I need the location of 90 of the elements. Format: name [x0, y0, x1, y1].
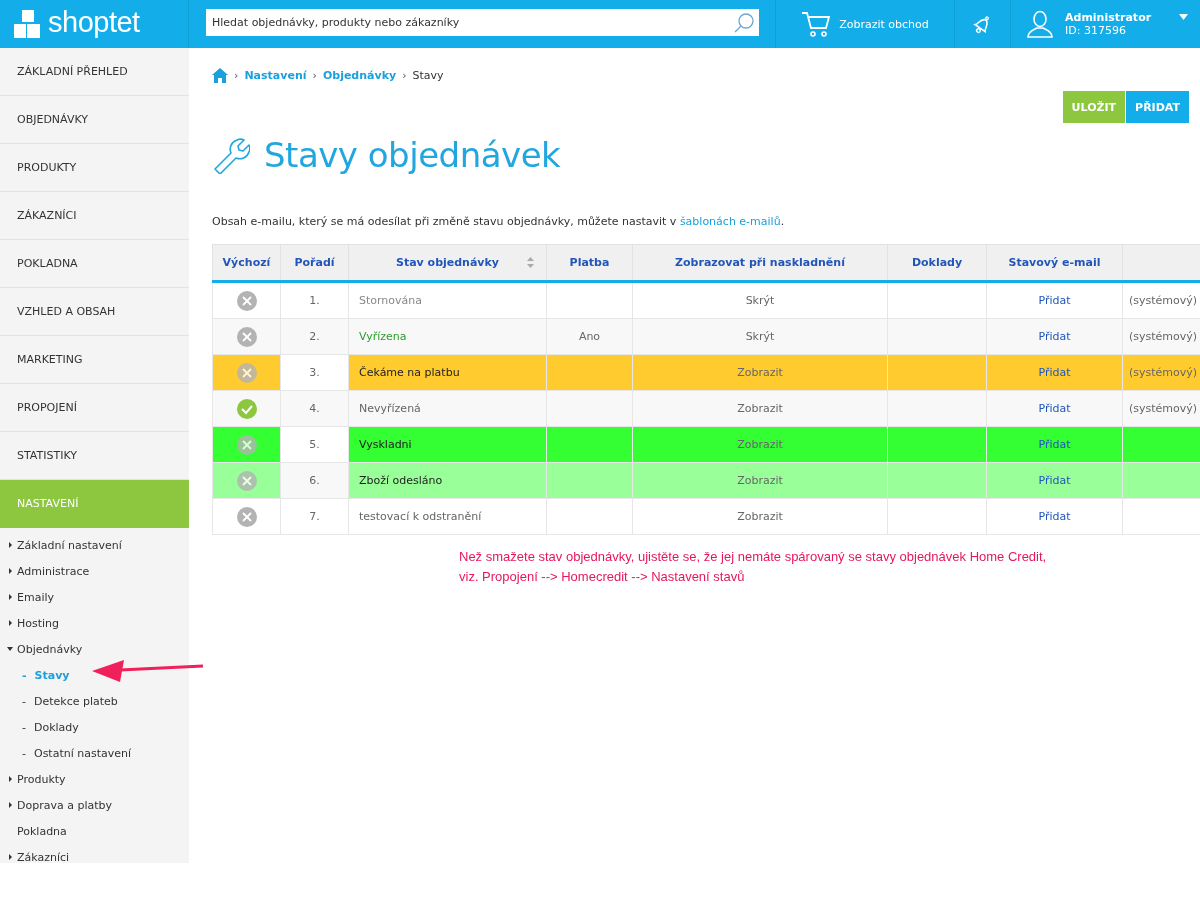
caret-icon[interactable]	[1179, 14, 1188, 20]
table-cell: 1.	[280, 281, 349, 319]
sidebar-item[interactable]: OBJEDNÁVKY	[0, 96, 189, 144]
page-title: Stavy objednávek	[264, 135, 561, 175]
sidebar-item[interactable]: POKLADNA	[0, 240, 189, 288]
table-cell: 5.	[280, 426, 349, 463]
sidebar-item[interactable]: PRODUKTY	[0, 144, 189, 192]
dash-mark: -	[22, 746, 26, 760]
status-name: Vyřízena	[359, 330, 407, 343]
breadcrumb-separator: ›	[402, 69, 407, 82]
search-field[interactable]: Hledat objednávky, produkty nebo zákazníky	[206, 9, 759, 36]
tree-item-label[interactable]: Hosting	[17, 616, 60, 630]
search-icon	[733, 12, 755, 34]
check-circle-icon[interactable]	[236, 398, 257, 419]
column-header[interactable]: Stav objednávky	[348, 244, 547, 282]
table-cell: (systémový)	[1122, 318, 1200, 355]
tree-item-label[interactable]: Zákazníci	[17, 850, 70, 864]
table-cell: 7.	[280, 498, 349, 535]
home-icon[interactable]	[212, 68, 228, 83]
subitem-label: Doklady	[34, 720, 79, 734]
status-name: testovací k odstranění	[359, 510, 482, 523]
dash-mark: -	[22, 720, 26, 734]
intro-text: Obsah e-mailu, který se má odesílat při změně stavu objednávky, můžete nastavit v šablonách e-mailů.	[212, 215, 786, 228]
table-cell: (systémový)	[1122, 354, 1200, 391]
cross-circle-icon[interactable]	[236, 434, 257, 455]
status-name: Zboží odesláno	[359, 474, 443, 487]
sort-icon[interactable]	[527, 257, 534, 268]
add-email-link[interactable]: Přidat	[1038, 366, 1071, 379]
add-email-link[interactable]: Přidat	[1038, 294, 1071, 307]
add-email-link[interactable]: Přidat	[1038, 474, 1071, 487]
table-cell: Zobrazit	[632, 426, 888, 463]
column-header: Doklady	[887, 244, 987, 282]
add-email-link[interactable]: Přidat	[1038, 438, 1071, 451]
sidebar-item[interactable]: VZHLED A OBSAH	[0, 288, 189, 336]
cross-circle-icon[interactable]	[236, 326, 257, 347]
tree-item-label[interactable]: Objednávky	[17, 642, 83, 656]
table-cell: 3.	[280, 354, 349, 391]
dash-mark: -	[22, 694, 26, 708]
table-cell: 6.	[280, 462, 349, 499]
breadcrumb-separator: ›	[312, 69, 317, 82]
tree-item-label[interactable]: Pokladna	[17, 824, 67, 838]
status-name: Nevyřízená	[359, 402, 421, 415]
user-icon	[1027, 10, 1053, 38]
column-header: Stavový e-mail	[986, 244, 1123, 282]
subitem-label: Detekce plateb	[34, 694, 118, 708]
column-header: Platba	[546, 244, 633, 282]
tree-item-label[interactable]: Základní nastavení	[17, 538, 122, 552]
table-cell: Ano	[546, 318, 633, 355]
table-cell: Zobrazit	[632, 498, 888, 535]
table-cell: Zobrazit	[632, 462, 888, 499]
add-email-link[interactable]: Přidat	[1038, 510, 1071, 523]
column-header: Zobrazovat při naskladnění	[632, 244, 888, 282]
table-cell: Zobrazit	[632, 354, 888, 391]
user-id: ID: 317596	[1065, 24, 1127, 37]
table-cell: 4.	[280, 390, 349, 427]
warning-note: Než smažete stav objednávky, ujistěte se, že jej nemáte spárovaný se stavy objednávek Home Credit, viz. Propojení --> Homecredit --> Nastavení stavů	[459, 548, 1048, 586]
table-cell: Zobrazit	[632, 390, 888, 427]
cross-circle-icon[interactable]	[236, 470, 257, 491]
status-name: Vyskladni	[359, 438, 412, 451]
column-header: Výchozí	[212, 244, 281, 282]
breadcrumb-separator: ›	[234, 69, 239, 82]
status-name: Stornována	[359, 294, 423, 307]
cross-circle-icon[interactable]	[236, 506, 257, 527]
cross-circle-icon[interactable]	[236, 290, 257, 311]
cart-icon	[801, 10, 832, 38]
table-cell: Skrýt	[632, 318, 888, 355]
view-shop-label: Zobrazit obchod	[839, 17, 929, 31]
status-name: Čekáme na platbu	[359, 366, 460, 379]
breadcrumb-current: Stavy	[412, 69, 444, 82]
add-email-link[interactable]: Přidat	[1038, 330, 1071, 343]
table-cell: (systémový)	[1122, 390, 1200, 427]
table-cell: 2.	[280, 318, 349, 355]
dash-mark: -	[22, 668, 27, 682]
column-header: Pořadí	[280, 244, 349, 282]
user-name: Administrator	[1065, 11, 1152, 24]
tree-item-label[interactable]: Administrace	[17, 564, 90, 578]
sidebar-item[interactable]: MARKETING	[0, 336, 189, 384]
sidebar-item[interactable]: ZÁKAZNÍCI	[0, 192, 189, 240]
table-cell: Skrýt	[632, 281, 888, 319]
logo-text: shoptet	[48, 5, 140, 39]
add-email-link[interactable]: Přidat	[1038, 402, 1071, 415]
tree-item-label[interactable]: Emaily	[17, 590, 55, 604]
subitem-label: Ostatní nastavení	[34, 746, 132, 760]
wrench-icon	[212, 136, 250, 174]
sidebar-item[interactable]: ZÁKLADNÍ PŘEHLED	[0, 48, 189, 96]
tree-item-label[interactable]: Doprava a platby	[17, 798, 112, 812]
tree-item-label[interactable]: Produkty	[17, 772, 66, 786]
cross-circle-icon[interactable]	[236, 362, 257, 383]
subitem-label: Stavy	[34, 668, 70, 682]
sidebar-item[interactable]: PROPOJENÍ	[0, 384, 189, 432]
